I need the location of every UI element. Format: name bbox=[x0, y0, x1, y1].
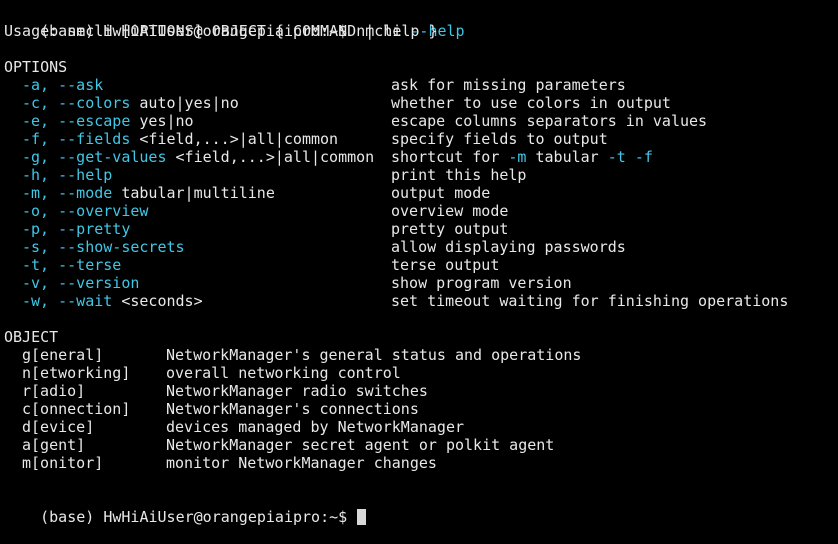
option-argument: <seconds> bbox=[112, 292, 203, 310]
option-description: print this help bbox=[391, 166, 527, 184]
object-name: d[evice] bbox=[22, 418, 95, 436]
option-flags: -e, --escape bbox=[22, 112, 131, 130]
option-flags-cell: -c, --colors auto|yes|no bbox=[22, 94, 239, 112]
option-flags: -p, --pretty bbox=[22, 220, 131, 238]
object-description: monitor NetworkManager changes bbox=[166, 454, 437, 472]
option-flags: -g, --get-values bbox=[22, 148, 167, 166]
object-name: c[onnection] bbox=[22, 400, 131, 418]
text-cursor bbox=[357, 509, 367, 525]
object-description: devices managed by NetworkManager bbox=[166, 418, 465, 436]
option-flags: -f, --fields bbox=[22, 130, 131, 148]
object-description: NetworkManager's general status and oper… bbox=[166, 346, 582, 364]
option-description: whether to use colors in output bbox=[391, 94, 671, 112]
option-flags: -c, --colors bbox=[22, 94, 131, 112]
option-argument: auto|yes|no bbox=[130, 94, 239, 112]
object-description: NetworkManager secret agent or polkit ag… bbox=[166, 436, 555, 454]
option-flags-cell: -p, --pretty bbox=[22, 220, 130, 238]
command-line: (base) HwHiAiUser@orangepiaipro:~$ nmcli… bbox=[4, 4, 464, 40]
option-flags-cell: -o, --overview bbox=[22, 202, 148, 220]
option-flags: -o, --overview bbox=[22, 202, 149, 220]
object-name: g[eneral] bbox=[22, 346, 104, 364]
option-flags-cell: -t, --terse bbox=[22, 256, 121, 274]
option-description: set timeout waiting for finishing operat… bbox=[391, 292, 789, 310]
option-flags-cell: -f, --fields <field,...>|all|common bbox=[22, 130, 338, 148]
object-name: n[etworking] bbox=[22, 364, 131, 382]
object-heading: OBJECT bbox=[4, 328, 59, 346]
option-flags: -v, --version bbox=[22, 274, 140, 292]
object-name: a[gent] bbox=[22, 436, 86, 454]
object-name: r[adio] bbox=[22, 382, 86, 400]
shell-prompt: (base) HwHiAiUser@orangepiaipro:~$ bbox=[40, 508, 357, 526]
usage-line: Usage: nmcli [OPTIONS] OBJECT { COMMAND … bbox=[4, 22, 438, 40]
option-flags-cell: -s, --show-secrets bbox=[22, 238, 185, 256]
object-description: overall networking control bbox=[166, 364, 401, 382]
option-description: output mode bbox=[391, 184, 491, 202]
option-argument: yes|no bbox=[130, 112, 194, 130]
option-flags-cell: -v, --version bbox=[22, 274, 139, 292]
option-description: ask for missing parameters bbox=[391, 76, 626, 94]
option-flags: -m, --mode bbox=[22, 184, 113, 202]
option-description: allow displaying passwords bbox=[391, 238, 626, 256]
option-flags-cell: -e, --escape yes|no bbox=[22, 112, 194, 130]
option-description: escape columns separators in values bbox=[391, 112, 708, 130]
option-description: pretty output bbox=[391, 220, 509, 238]
option-flags: -t, --terse bbox=[22, 256, 122, 274]
option-flags-cell: -a, --ask bbox=[22, 76, 103, 94]
option-argument: <field,...>|all|common bbox=[166, 148, 375, 166]
option-flags: -s, --show-secrets bbox=[22, 238, 185, 256]
option-flags-cell: -g, --get-values <field,...>|all|common bbox=[22, 148, 374, 166]
option-argument: <field,...>|all|common bbox=[130, 130, 339, 148]
option-flags: -a, --ask bbox=[22, 76, 104, 94]
terminal-window[interactable]: (base) HwHiAiUser@orangepiaipro:~$ nmcli… bbox=[0, 0, 838, 526]
option-description: overview mode bbox=[391, 202, 509, 220]
option-description: shortcut for -m tabular -t -f bbox=[391, 148, 653, 166]
option-flags-cell: -h, --help bbox=[22, 166, 112, 184]
option-description: show program version bbox=[391, 274, 572, 292]
option-flags: -w, --wait bbox=[22, 292, 113, 310]
option-flags-cell: -w, --wait <seconds> bbox=[22, 292, 203, 310]
option-argument: tabular|multiline bbox=[112, 184, 275, 202]
object-name: m[onitor] bbox=[22, 454, 104, 472]
option-flags-cell: -m, --mode tabular|multiline bbox=[22, 184, 275, 202]
object-description: NetworkManager's connections bbox=[166, 400, 419, 418]
final-prompt-line[interactable]: (base) HwHiAiUser@orangepiaipro:~$ bbox=[4, 490, 367, 526]
option-description: specify fields to output bbox=[391, 130, 608, 148]
option-description: terse output bbox=[391, 256, 500, 274]
object-description: NetworkManager radio switches bbox=[166, 382, 428, 400]
options-heading: OPTIONS bbox=[4, 58, 68, 76]
option-flags: -h, --help bbox=[22, 166, 113, 184]
